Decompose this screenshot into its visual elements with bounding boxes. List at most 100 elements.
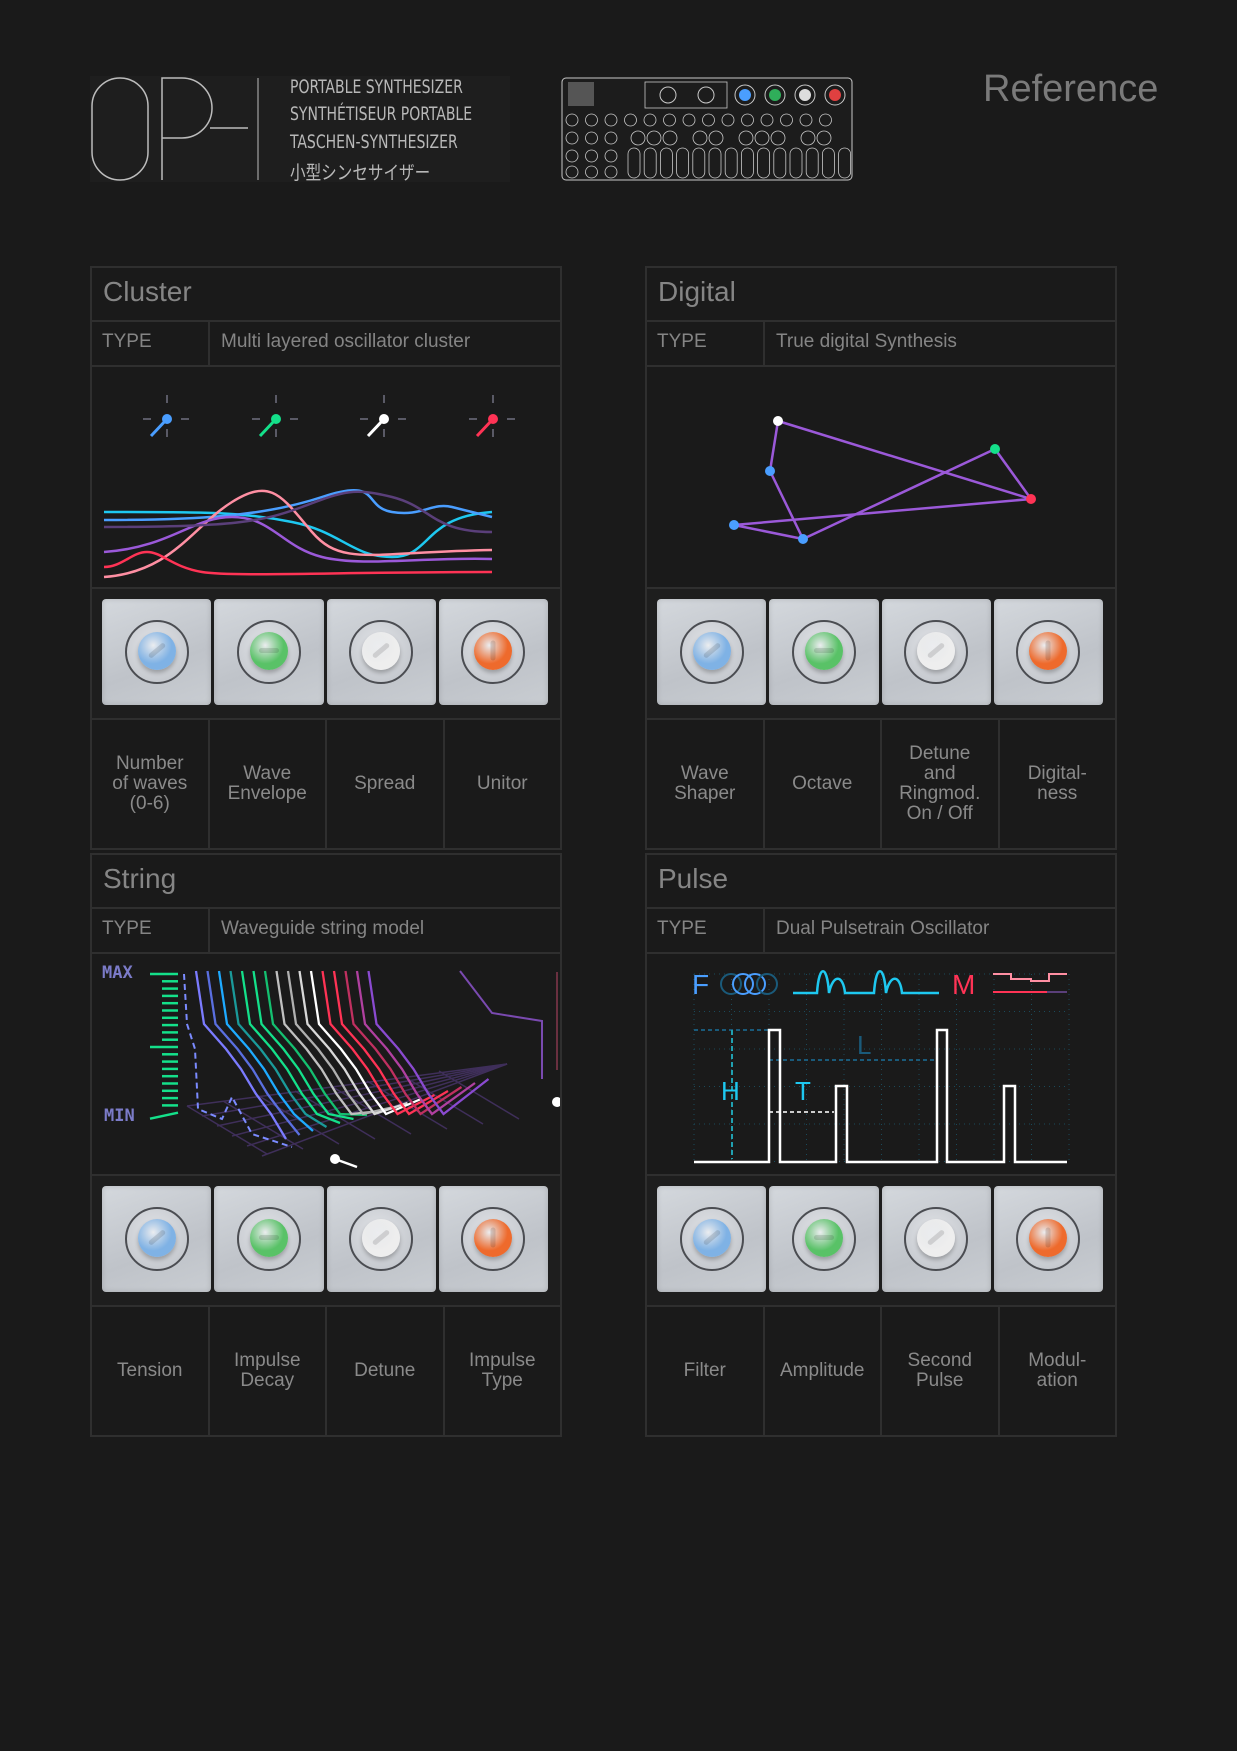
blue-knob[interactable]	[137, 1219, 176, 1257]
green-knob[interactable]	[249, 1219, 288, 1257]
type-value: True digital Synthesis	[776, 331, 957, 352]
white-knob[interactable]	[917, 1219, 956, 1257]
knob-4[interactable]	[438, 1186, 548, 1292]
digital-visualization	[647, 367, 1115, 589]
param-label: Wave Envelope	[210, 720, 327, 848]
panel-title: String	[103, 863, 177, 894]
knob-2[interactable]	[214, 599, 324, 705]
panel-cluster: Cluster TYPE Multi layered oscillator cl…	[90, 266, 562, 850]
param-label: Spread	[327, 720, 445, 848]
string-outline	[459, 970, 543, 1079]
knob-row	[647, 1176, 1115, 1307]
indicator-dot	[488, 414, 498, 424]
param-label: Amplitude	[765, 1307, 882, 1435]
grid-line	[186, 1063, 508, 1107]
digital-node	[729, 520, 739, 530]
knob-1[interactable]	[657, 1186, 767, 1292]
indicator-dot	[271, 414, 281, 424]
green-knob[interactable]	[249, 632, 288, 670]
knob-3[interactable]	[326, 599, 436, 705]
knob-2[interactable]	[769, 599, 879, 705]
knob-row	[647, 589, 1115, 720]
digital-edge	[768, 470, 805, 540]
cluster-wave	[103, 550, 493, 576]
string-visualization: MAX MIN	[92, 954, 560, 1176]
height-label: H	[721, 1076, 740, 1106]
knob-row	[92, 589, 560, 720]
amplitude-wave	[793, 970, 939, 995]
panel-pulse: Pulse TYPE Dual Pulsetrain Oscillator F M…	[645, 853, 1117, 1437]
tagline-ja: 小型シンセサイザー	[290, 162, 431, 184]
digital-edge	[733, 523, 804, 541]
param-label: Detune and Ringmod. On / Off	[882, 720, 1000, 848]
knob-3[interactable]	[881, 599, 991, 705]
filter-ring	[732, 973, 754, 995]
param-label: Impulse Decay	[210, 1307, 327, 1435]
handle-line	[334, 1157, 358, 1169]
knob-4[interactable]	[438, 599, 548, 705]
knob-strip	[102, 1186, 548, 1292]
knob-strip	[657, 599, 1103, 705]
panel-string: String TYPE Waveguide string model MAX MI…	[90, 853, 562, 1437]
axis-min-label: MIN	[104, 1106, 135, 1126]
modulation-label: M	[952, 969, 975, 1000]
green-knob[interactable]	[804, 1219, 843, 1257]
knob-row	[92, 1176, 560, 1307]
scale-tick	[149, 1111, 179, 1120]
knob-1[interactable]	[657, 599, 767, 705]
page-title: Reference	[983, 68, 1159, 110]
knob-2[interactable]	[214, 1186, 324, 1292]
blue-knob[interactable]	[692, 632, 731, 670]
filter-ring	[756, 973, 778, 995]
knob-1[interactable]	[102, 599, 212, 705]
param-label: Octave	[765, 720, 882, 848]
knob-3[interactable]	[326, 1186, 436, 1292]
tagline-fr: SYNTHÉTISEUR PORTABLE	[290, 103, 473, 125]
filter-ring	[744, 973, 766, 995]
param-label: Second Pulse	[882, 1307, 1000, 1435]
op-logo: PORTABLE SYNTHESIZER SYNTHÉTISEUR PORTAB…	[90, 76, 510, 184]
type-row: TYPE True digital Synthesis	[647, 322, 1115, 367]
encoder-knob	[769, 89, 781, 101]
knob-3[interactable]	[881, 1186, 991, 1292]
axis-max-label: MAX	[102, 963, 133, 983]
digital-edge	[777, 419, 1032, 501]
device-illustration	[560, 76, 855, 182]
param-label: Impulse Type	[468, 1350, 536, 1391]
blue-knob[interactable]	[137, 632, 176, 670]
knob-1[interactable]	[102, 1186, 212, 1292]
panel-title: Digital	[658, 276, 736, 307]
param-label: Tension	[92, 1307, 210, 1435]
panel-title: Cluster	[103, 276, 192, 307]
indicator-dot	[162, 414, 172, 424]
digital-node	[773, 416, 783, 426]
knob-2[interactable]	[769, 1186, 879, 1292]
white-knob[interactable]	[362, 1219, 401, 1257]
white-knob[interactable]	[917, 632, 956, 670]
digital-edge	[768, 420, 780, 472]
type-row: TYPE Waveguide string model	[92, 909, 560, 954]
knob-4[interactable]	[993, 599, 1103, 705]
digital-node	[990, 444, 1000, 454]
type-key: TYPE	[647, 909, 765, 952]
type-key: TYPE	[92, 322, 210, 365]
digital-edge	[993, 448, 1033, 500]
white-knob[interactable]	[362, 632, 401, 670]
param-label: Filter	[647, 1307, 765, 1435]
grid-line	[216, 1063, 508, 1127]
tone-label: T	[795, 1076, 811, 1106]
param-label: Unitor	[476, 773, 528, 794]
type-row: TYPE Multi layered oscillator cluster	[92, 322, 560, 367]
knob-4[interactable]	[993, 1186, 1103, 1292]
digital-edge	[802, 447, 996, 541]
knob-strip	[102, 599, 548, 705]
blue-knob[interactable]	[692, 1219, 731, 1257]
pulse-train	[694, 1028, 1067, 1164]
param-label: Number of waves (0-6)	[92, 720, 210, 848]
param-labels: Wave Shaper Octave Detune and Ringmod. On …	[647, 720, 1115, 848]
panel-title-row: Pulse	[647, 855, 1115, 909]
green-knob[interactable]	[804, 632, 843, 670]
panel-digital: Digital TYPE True digital Synthesis Wave…	[645, 266, 1117, 850]
cluster-visualization	[92, 367, 560, 589]
digital-node	[765, 466, 775, 476]
